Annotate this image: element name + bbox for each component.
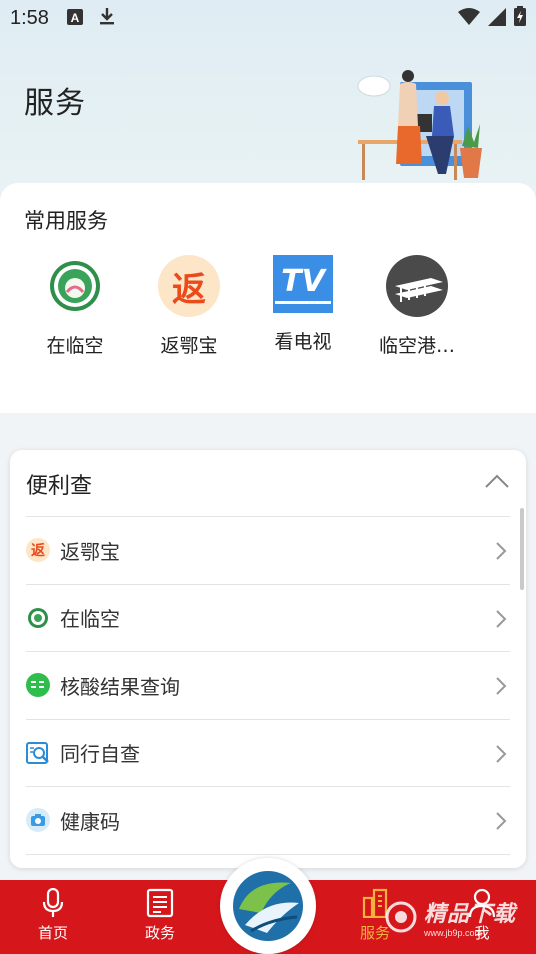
list-item-companion-check[interactable]: 同行自查 xyxy=(26,718,510,787)
watermark-text: 精品下载 xyxy=(424,902,517,927)
list-item-label: 在临空 xyxy=(60,607,120,632)
common-services-grid: 在临空 返 返鄂宝 TV 看电视 临空港… xyxy=(18,255,474,358)
page-title: 服务 xyxy=(24,86,86,121)
watermark-logo-icon xyxy=(385,901,417,933)
newspaper-icon xyxy=(146,888,174,918)
service-item-zai-linkong[interactable]: 在临空 xyxy=(18,255,132,358)
service-item-fan-e-bao[interactable]: 返 返鄂宝 xyxy=(132,255,246,358)
watermark: 精品下载 www.jb9p.com xyxy=(384,896,516,938)
status-time: 1:58 xyxy=(10,6,49,29)
service-label: 看电视 xyxy=(274,331,332,353)
svg-text:A: A xyxy=(71,11,80,25)
center-logo-button[interactable] xyxy=(220,858,316,954)
service-item-linkong-port[interactable]: 临空港… xyxy=(360,255,474,358)
nav-item-home[interactable]: 首页 xyxy=(13,888,93,943)
convenience-list: 返 返鄂宝 在临空 核酸结果查询 同行自查 健康码 xyxy=(26,516,510,868)
status-bar: 1:58 A xyxy=(0,0,536,36)
office-illustration xyxy=(350,66,490,186)
wifi-icon xyxy=(458,7,480,31)
health-green-icon xyxy=(26,673,50,698)
service-label: 在临空 xyxy=(46,335,104,357)
nav-label: 政务 xyxy=(144,924,175,942)
list-item-label: 健康码 xyxy=(60,809,120,834)
common-services-card: 常用服务 在临空 返 返鄂宝 TV 看电视 临空港… xyxy=(0,183,536,413)
convenience-card: 便利查 返 返鄂宝 在临空 核酸结果查询 同行自查 健康码 xyxy=(10,450,526,868)
service-item-tv[interactable]: TV 看电视 xyxy=(246,255,360,358)
service-label: 临空港… xyxy=(378,335,455,357)
watermark-sub: www.jb9p.com xyxy=(424,928,483,938)
tv-glyph: TV xyxy=(281,264,325,299)
chevron-right-icon xyxy=(496,609,507,628)
chevron-up-icon[interactable] xyxy=(484,472,510,492)
camera-icon xyxy=(26,808,50,833)
chevron-right-icon xyxy=(496,812,507,830)
linkong-port-icon xyxy=(386,255,448,317)
chevron-right-icon xyxy=(496,677,507,695)
zai-linkong-small-icon xyxy=(26,606,50,630)
chevron-right-icon xyxy=(496,542,507,560)
microphone-icon xyxy=(42,888,64,917)
fan-small-icon: 返 xyxy=(26,538,50,563)
tv-icon: TV xyxy=(273,255,333,313)
search-doc-icon xyxy=(26,741,50,765)
fan-badge-icon: 返 xyxy=(158,255,220,317)
cellular-signal-icon xyxy=(488,7,506,31)
list-item-label: 同行自查 xyxy=(60,742,140,767)
download-icon xyxy=(99,6,115,30)
nav-label: 首页 xyxy=(37,924,68,942)
list-item-nucleic-acid[interactable]: 核酸结果查询 xyxy=(26,651,510,719)
convenience-title: 便利查 xyxy=(26,474,93,499)
common-services-title: 常用服务 xyxy=(24,209,108,233)
list-item-label: 返鄂宝 xyxy=(60,539,120,564)
app-logo-icon xyxy=(233,871,303,941)
scrollbar[interactable] xyxy=(520,508,524,590)
keyboard-a-icon: A xyxy=(66,6,83,30)
chevron-right-icon xyxy=(496,744,507,763)
list-item-fan-e-bao[interactable]: 返 返鄂宝 xyxy=(26,516,510,584)
fan-small-glyph: 返 xyxy=(31,543,45,560)
service-label: 返鄂宝 xyxy=(160,335,218,357)
list-item-health-code[interactable]: 健康码 xyxy=(26,786,510,854)
fan-badge-glyph: 返 xyxy=(172,269,206,310)
list-item-zai-linkong[interactable]: 在临空 xyxy=(26,583,510,652)
nav-item-government[interactable]: 政务 xyxy=(120,888,200,943)
zai-linkong-logo-icon xyxy=(44,255,106,317)
battery-icon xyxy=(514,6,526,31)
list-item-label: 核酸结果查询 xyxy=(60,674,180,699)
